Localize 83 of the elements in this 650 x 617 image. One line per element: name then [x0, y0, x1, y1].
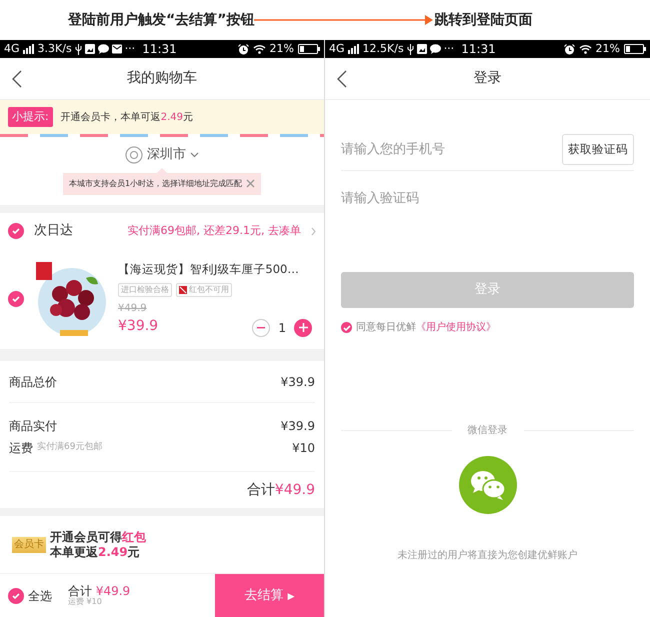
signup-note: 未注册过的用户将直接为您创建优鲜账户: [396, 548, 578, 563]
tip-label: 小提示:: [8, 106, 53, 128]
summary-value: ¥39.9: [280, 418, 315, 435]
wechat-login-label: 微信登录: [468, 424, 508, 438]
member-rebate-text: 本单更返2.49元: [50, 544, 141, 559]
checkbox[interactable]: [341, 322, 352, 333]
image-icon: [84, 44, 95, 54]
alarm-icon: [238, 44, 249, 54]
quantity: 1: [278, 320, 286, 337]
back-icon[interactable]: [337, 70, 347, 88]
more-dots: ···: [444, 40, 454, 57]
usb-icon: [406, 44, 414, 54]
chat-icon: [430, 44, 441, 54]
checkmark-icon: [11, 590, 21, 600]
summary-label: 商品实付: [9, 418, 57, 435]
city-name[interactable]: 深圳市: [147, 145, 186, 164]
signal-icon: [348, 44, 360, 54]
usb-icon: [74, 44, 82, 54]
image-icon: [416, 44, 427, 54]
summary-value: ¥39.9: [280, 374, 315, 390]
caption-text: 登陆前用户触发“去结算”按钮: [68, 10, 254, 30]
checkbox[interactable]: [8, 291, 24, 307]
summary-value: ¥10: [292, 440, 315, 457]
battery-percent: 21%: [596, 40, 620, 57]
network-label: 4G: [4, 40, 20, 57]
coupon-icon: [179, 286, 187, 294]
chevron-down-icon[interactable]: [190, 152, 199, 158]
wifi-icon: [578, 44, 592, 54]
get-code-button[interactable]: 获取验证码: [562, 134, 634, 166]
group-name: 次日达: [34, 222, 73, 240]
close-icon[interactable]: [246, 179, 256, 188]
summary-label: 运费: [9, 440, 33, 457]
shipping-note: 实付满69元包邮: [37, 441, 102, 454]
location-icon[interactable]: [125, 146, 143, 164]
chat-icon: [98, 44, 109, 54]
checkbox[interactable]: [8, 223, 24, 239]
promo-link[interactable]: 实付满69包邮, 还差29.1元, 去凑单: [128, 222, 301, 240]
member-offer-text: 开通会员可得红包: [50, 530, 146, 544]
network-speed: 3.3K/s: [38, 40, 72, 57]
price: ¥39.9: [118, 316, 158, 336]
network-label: 4G: [329, 40, 345, 57]
product-tag: 红包不可用: [176, 282, 232, 297]
alarm-icon: [564, 44, 575, 54]
page-title: 我的购物车: [127, 69, 197, 88]
agreement-link[interactable]: 《用户使用协议》: [416, 322, 496, 333]
tip-text: 开通会员卡，本单可返2.49元: [60, 110, 193, 124]
battery-icon: [624, 44, 646, 54]
page-title: 登录: [474, 69, 502, 88]
code-input[interactable]: 请输入验证码: [341, 182, 634, 214]
increase-button[interactable]: [294, 318, 312, 337]
summary-label: 商品总价: [9, 374, 57, 390]
total-amount: 合计¥49.9: [246, 480, 315, 500]
status-time: 11:31: [142, 41, 177, 58]
checkmark-icon: [11, 294, 21, 304]
battery-icon: [298, 44, 320, 54]
network-speed: 12.5K/s: [362, 40, 404, 57]
mail-icon: [112, 44, 122, 54]
shipping-fee: 运费 ¥10: [68, 598, 103, 606]
minus-icon: [257, 326, 266, 329]
back-icon[interactable]: [12, 70, 22, 88]
footer-total: 合计 ¥49.9: [68, 584, 130, 598]
decrease-button[interactable]: [252, 318, 270, 337]
status-time: 11:31: [461, 41, 496, 58]
checkmark-icon: [342, 322, 352, 332]
product-title[interactable]: 【海运现货】智利J级车厘子500…: [118, 261, 316, 279]
arrow-icon: [254, 14, 434, 26]
original-price: ¥49.9: [118, 302, 148, 316]
phone-input[interactable]: 请输入您的手机号: [341, 134, 554, 166]
agreement-text: 同意每日优鲜《用户使用协议》: [356, 320, 496, 335]
battery-percent: 21%: [270, 40, 294, 57]
more-dots: ···: [124, 40, 136, 57]
signal-icon: [22, 44, 35, 54]
checkmark-icon: [11, 226, 21, 236]
member-card-badge: 会员卡: [12, 536, 46, 552]
wechat-login-icon[interactable]: [458, 456, 516, 514]
wifi-icon: [252, 44, 266, 54]
checkbox[interactable]: [8, 588, 24, 604]
plus-icon: [298, 323, 308, 332]
caption-text: 跳转到登陆页面: [434, 10, 532, 30]
chevron-right-icon[interactable]: [311, 226, 316, 236]
select-all-label[interactable]: 全选: [28, 586, 52, 604]
product-tag: 进口检验合格: [118, 282, 172, 297]
tooltip-text: 本城市支持会员1小时达，选择详细地址完成匹配: [68, 178, 242, 190]
